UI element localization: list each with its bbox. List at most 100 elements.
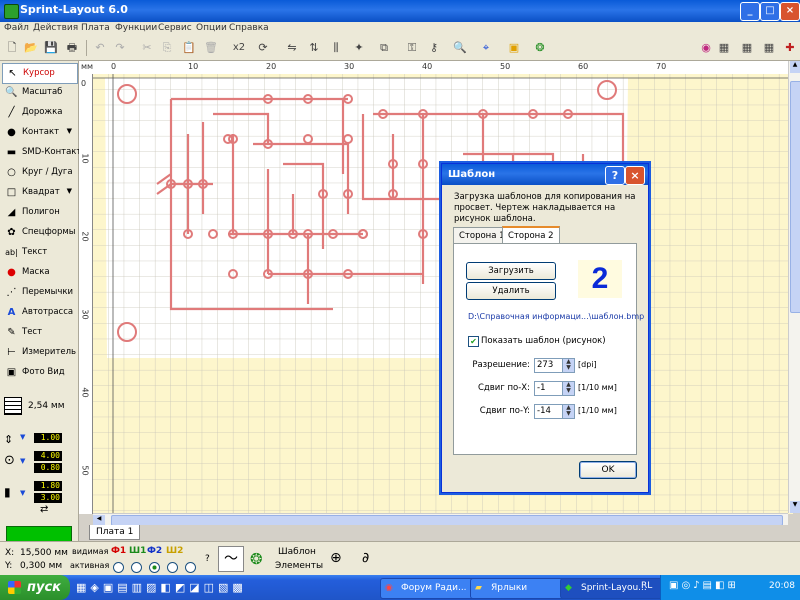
start-button[interactable]: пуск — [0, 575, 70, 600]
export-kit-icon[interactable]: ▦ — [760, 39, 778, 57]
shift-x-input[interactable]: -1 — [534, 381, 564, 396]
tool-special-shapes[interactable]: ✿ Спецформы — [2, 223, 76, 242]
scroll-thumb[interactable] — [790, 81, 800, 313]
menu-service[interactable]: Сервис — [158, 23, 192, 33]
tool-cursor[interactable]: ↖ Курсор — [2, 63, 78, 84]
gerber-icon[interactable]: ❂ — [531, 39, 549, 57]
track-width-value[interactable]: 1.00 — [34, 433, 62, 443]
new-file-icon[interactable]: 🗋 — [3, 39, 21, 57]
export-question-icon[interactable]: ▦ — [738, 39, 756, 57]
menu-file[interactable]: Файл — [4, 23, 29, 33]
vertical-scrollbar[interactable]: ▲ ▼ — [788, 61, 800, 513]
menu-options[interactable]: Опции — [196, 23, 227, 33]
smd-height-value[interactable]: 3.00 — [34, 493, 62, 503]
smd-width-value[interactable]: 1.80 — [34, 481, 62, 491]
show-template-checkbox[interactable]: ✔ — [468, 336, 479, 347]
template-button[interactable]: Шаблон — [278, 547, 316, 557]
undo-icon[interactable]: ↶ — [91, 39, 109, 57]
tool-pad[interactable]: ● Контакт ▼ — [2, 123, 76, 142]
export-n1-icon[interactable]: ▦ — [715, 39, 733, 57]
duplicate-x2-icon[interactable]: x2 — [230, 39, 248, 57]
layer-f1[interactable]: Ф1 — [111, 546, 126, 556]
tool-smd-pad[interactable]: ▬ SMD-Контакт — [2, 143, 82, 162]
resolution-input[interactable]: 273 — [534, 358, 564, 373]
group-icon[interactable]: ⧉ — [375, 39, 393, 57]
paste-icon[interactable]: 📋 — [180, 39, 198, 57]
tool-zoom[interactable]: 🔍 Масштаб — [2, 83, 76, 102]
layer-w1[interactable]: Ш1 — [129, 546, 146, 556]
submenu-arrow-icon[interactable]: ▼ — [67, 187, 72, 195]
minimize-button[interactable]: _ — [740, 2, 760, 21]
print-icon[interactable]: 🖶 — [63, 39, 81, 57]
swap-icon[interactable]: ⇄ — [40, 504, 48, 515]
mirror-v-icon[interactable]: ⇅ — [305, 39, 323, 57]
task-forum[interactable]: ◉ Форум Ради... — [380, 578, 484, 599]
scroll-up-icon[interactable]: ▲ — [790, 61, 800, 73]
active-radio-f1[interactable] — [113, 562, 124, 573]
cut-icon[interactable]: ✂ — [138, 39, 156, 57]
rotate-icon[interactable]: ⟳ — [254, 39, 272, 57]
tool-text[interactable]: ab| Текст — [2, 243, 76, 262]
dropdown-arrow-icon[interactable]: ▼ — [20, 457, 25, 465]
resolution-spinner[interactable]: ▲ ▼ — [562, 358, 575, 373]
load-button[interactable]: Загрузить — [466, 262, 556, 280]
mirror-h-icon[interactable]: ⇋ — [283, 39, 301, 57]
dialog-close-button[interactable]: × — [625, 166, 645, 185]
template-gear-icon[interactable]: ❂ — [250, 550, 263, 568]
ok-button[interactable]: OK — [579, 461, 637, 479]
active-radio-extra[interactable] — [185, 562, 196, 573]
align-icon[interactable]: ⫼ — [327, 39, 345, 57]
dropdown-arrow-icon[interactable]: ▼ — [20, 489, 25, 497]
tool-jumpers[interactable]: ⋰ Перемычки — [2, 283, 76, 302]
shift-x-spinner[interactable]: ▲ ▼ — [562, 381, 575, 396]
submenu-arrow-icon[interactable]: ▼ — [67, 127, 72, 135]
language-indicator[interactable]: RL — [641, 581, 652, 591]
tool-circle[interactable]: ○ Круг / Дуга — [2, 163, 76, 182]
wire-icon[interactable]: 〜 — [218, 546, 244, 572]
lock-icon[interactable]: ⚿ — [403, 39, 421, 57]
active-radio-w1[interactable] — [131, 562, 142, 573]
pad-inner-value[interactable]: 0.80 — [34, 463, 62, 473]
redo-icon[interactable]: ↷ — [111, 39, 129, 57]
template-icon[interactable]: ▣ — [505, 39, 523, 57]
app-icon[interactable] — [4, 4, 19, 19]
tool-track[interactable]: ╱ Дорожка — [2, 103, 76, 122]
save-icon[interactable]: 💾 — [42, 39, 60, 57]
crosshair-icon[interactable]: ⌖ — [477, 39, 495, 57]
quick-launch-icons[interactable]: ▦◈▣▤▥▨◧◩◪◫▧▩ — [76, 581, 366, 595]
zoom-search-icon[interactable]: 🔍 — [451, 39, 469, 57]
help-question[interactable]: ? — [205, 554, 210, 564]
tray-icons[interactable]: ▣◎♪▤◧⊞ — [669, 580, 739, 591]
snap-icon[interactable]: ✦ — [350, 39, 368, 57]
close-button[interactable]: × — [780, 2, 800, 21]
tool-autoroute[interactable]: A Автотрасса — [2, 303, 76, 322]
active-radio-f2[interactable] — [149, 562, 160, 573]
task-shortcuts[interactable]: ▰ Ярлыки — [470, 578, 574, 599]
tool-mask[interactable]: ● Маска — [2, 263, 76, 282]
active-radio-w2[interactable] — [167, 562, 178, 573]
tool-test[interactable]: ✎ Тест — [2, 323, 76, 342]
menu-help[interactable]: Справка — [229, 23, 269, 33]
layer-f2[interactable]: Ф2 — [147, 546, 162, 556]
copy-icon[interactable]: ⎘ — [158, 39, 176, 57]
tool-measure[interactable]: ⊢ Измеритель — [2, 343, 76, 362]
target-icon[interactable]: ⊕ — [330, 550, 342, 566]
macro-icon[interactable]: ✚ — [781, 39, 799, 57]
grid-icon[interactable] — [4, 397, 22, 415]
board-tab[interactable]: Плата 1 — [89, 525, 141, 540]
maximize-button[interactable]: □ — [760, 2, 780, 21]
delete-icon[interactable]: 🗑 — [202, 39, 220, 57]
delete-button[interactable]: Удалить — [466, 282, 556, 300]
tool-polygon[interactable]: ◢ Полигон — [2, 203, 76, 222]
menu-board[interactable]: Плата — [81, 23, 110, 33]
layer-w2[interactable]: Ш2 — [166, 546, 183, 556]
open-folder-icon[interactable]: 📂 — [22, 39, 40, 57]
dialog-help-button[interactable]: ? — [605, 166, 625, 185]
tool-photo-view[interactable]: ▣ Фото Вид — [2, 363, 76, 382]
scroll-down-icon[interactable]: ▼ — [790, 501, 800, 513]
menu-functions[interactable]: Функции — [115, 23, 157, 33]
menu-actions[interactable]: Действия — [33, 23, 78, 33]
drill-icon[interactable]: ◉ — [697, 39, 715, 57]
dropdown-arrow-icon[interactable]: ▼ — [20, 433, 25, 441]
link-icon[interactable]: ∂ — [362, 550, 369, 566]
